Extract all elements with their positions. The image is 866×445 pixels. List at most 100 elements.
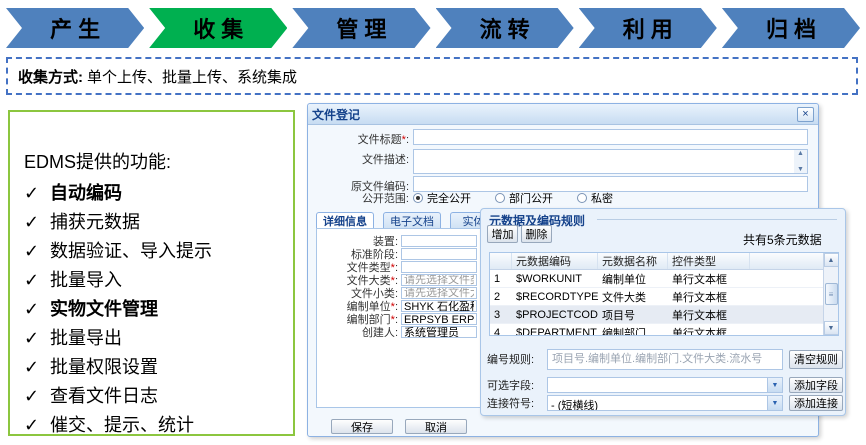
field-input[interactable] bbox=[401, 326, 477, 338]
feature-text: 实物文件管理 bbox=[50, 295, 158, 324]
column-header[interactable]: 控件类型 bbox=[668, 253, 750, 269]
scroll-up-icon[interactable]: ▲ bbox=[824, 253, 839, 267]
table-cell: 项目号 bbox=[598, 306, 668, 323]
add-connector-button[interactable]: 添加连接 bbox=[789, 395, 843, 411]
feature-text: 批量导出 bbox=[50, 324, 122, 353]
collect-method-box: 收集方式: 单个上传、批量上传、系统集成 bbox=[6, 57, 858, 95]
flow-step-1[interactable]: 产生 bbox=[6, 8, 144, 48]
top-field-row: 文件标题*: bbox=[316, 129, 808, 147]
flow-step-3[interactable]: 管理 bbox=[292, 8, 430, 48]
feature-item: ✓批量导入 bbox=[24, 266, 283, 295]
field-input[interactable] bbox=[401, 235, 477, 247]
feature-item: ✓捕获元数据 bbox=[24, 208, 283, 237]
table-scrollbar[interactable]: ▲ ≡ ▼ bbox=[823, 253, 838, 335]
feature-item: ✓批量权限设置 bbox=[24, 353, 283, 382]
feature-text: 催交、提示、统计 bbox=[50, 411, 194, 440]
feature-text: 查看文件日志 bbox=[50, 382, 158, 411]
flow-step-2[interactable]: 收集 bbox=[149, 8, 287, 48]
field-input[interactable] bbox=[401, 300, 477, 312]
radio-option-3[interactable]: 私密 bbox=[577, 190, 613, 206]
radio-option-1[interactable]: 完全公开 bbox=[413, 190, 471, 206]
field-label: 创建人: bbox=[317, 324, 401, 340]
table-row[interactable]: 1$WORKUNIT编制单位单行文本框 bbox=[490, 270, 838, 288]
field-input[interactable] bbox=[413, 129, 808, 145]
check-icon: ✓ bbox=[24, 382, 50, 411]
connector-select[interactable]: - (短横线) ▼ bbox=[547, 395, 783, 411]
tab-2[interactable]: 电子文档 bbox=[383, 212, 441, 229]
feature-item: ✓催交、提示、统计 bbox=[24, 411, 283, 440]
dialog-titlebar[interactable]: 文件登记 × bbox=[308, 104, 818, 125]
flow-step-5[interactable]: 利用 bbox=[579, 8, 717, 48]
table-cell: 2 bbox=[490, 288, 512, 305]
check-icon: ✓ bbox=[24, 266, 50, 295]
field-input[interactable] bbox=[401, 313, 477, 325]
connector-value: - (短横线) bbox=[548, 396, 767, 410]
features-box: EDMS提供的功能: ✓自动编码✓捕获元数据✓数据验证、导入提示✓批量导入✓实物… bbox=[8, 110, 295, 436]
scroll-down-icon[interactable]: ▼ bbox=[797, 166, 804, 173]
field-label: 文件描述: bbox=[316, 149, 413, 167]
optional-field-select[interactable]: ▼ bbox=[547, 377, 783, 393]
check-icon: ✓ bbox=[24, 324, 50, 353]
chevron-down-icon[interactable]: ▼ bbox=[767, 378, 782, 392]
radio-icon[interactable] bbox=[577, 193, 587, 203]
clear-rule-button[interactable]: 清空规则 bbox=[789, 350, 843, 369]
radio-icon[interactable] bbox=[413, 193, 423, 203]
table-cell: $DEPARTMENT bbox=[512, 324, 598, 336]
check-icon: ✓ bbox=[24, 208, 50, 237]
feature-text: 自动编码 bbox=[50, 179, 122, 208]
field-input[interactable] bbox=[401, 287, 477, 299]
table-cell: 单行文本框 bbox=[668, 270, 750, 287]
features-title: EDMS提供的功能: bbox=[24, 148, 283, 174]
field-input[interactable] bbox=[401, 274, 477, 286]
table-cell: 单行文本框 bbox=[668, 288, 750, 305]
feature-item: ✓查看文件日志 bbox=[24, 382, 283, 411]
table-row[interactable]: 2$RECORDTYPE文件大类单行文本框 bbox=[490, 288, 838, 306]
add-button[interactable]: 增加 bbox=[487, 225, 518, 243]
optional-field-row: 可选字段: ▼ 添加字段 bbox=[481, 377, 845, 393]
table-cell: 文件大类 bbox=[598, 288, 668, 305]
flow-step-6[interactable]: 归档 bbox=[722, 8, 860, 48]
table-row[interactable]: 4$DEPARTMENT编制部门单行文本框 bbox=[490, 324, 838, 336]
rule-label: 编号规则: bbox=[481, 351, 541, 367]
check-icon: ✓ bbox=[24, 179, 50, 208]
table-cell: 单行文本框 bbox=[668, 324, 750, 336]
add-field-button[interactable]: 添加字段 bbox=[789, 377, 843, 393]
feature-item: ✓实物文件管理 bbox=[24, 295, 283, 324]
feature-text: 捕获元数据 bbox=[50, 208, 140, 237]
scroll-up-icon[interactable]: ▲ bbox=[797, 150, 804, 157]
scroll-thumb[interactable]: ≡ bbox=[825, 283, 838, 305]
column-header[interactable]: 元数据名称 bbox=[598, 253, 668, 269]
optional-field-label: 可选字段: bbox=[481, 377, 541, 393]
metadata-table: 元数据编码元数据名称控件类型 1$WORKUNIT编制单位单行文本框2$RECO… bbox=[489, 252, 839, 336]
field-input[interactable] bbox=[401, 248, 477, 260]
table-cell: 编制部门 bbox=[598, 324, 668, 336]
delete-button[interactable]: 删除 bbox=[521, 225, 552, 243]
radio-label: 私密 bbox=[591, 190, 613, 206]
tab-1[interactable]: 详细信息 bbox=[316, 212, 374, 229]
column-header[interactable] bbox=[490, 253, 512, 269]
table-cell: $RECORDTYPE bbox=[512, 288, 598, 305]
radio-option-2[interactable]: 部门公开 bbox=[495, 190, 553, 206]
divider bbox=[597, 219, 837, 220]
table-cell: $WORKUNIT bbox=[512, 270, 598, 287]
check-icon: ✓ bbox=[24, 411, 50, 440]
scroll-down-icon[interactable]: ▼ bbox=[824, 321, 839, 335]
column-header[interactable]: 元数据编码 bbox=[512, 253, 598, 269]
close-icon: × bbox=[802, 108, 808, 120]
close-button[interactable]: × bbox=[797, 107, 814, 122]
field-input[interactable] bbox=[401, 261, 477, 273]
check-icon: ✓ bbox=[24, 237, 50, 266]
radio-icon[interactable] bbox=[495, 193, 505, 203]
scope-label: 公开范围: bbox=[316, 190, 413, 206]
check-icon: ✓ bbox=[24, 295, 50, 324]
table-row[interactable]: 3$PROJECTCODE项目号单行文本框 bbox=[490, 306, 838, 324]
table-cell: 4 bbox=[490, 324, 512, 336]
save-button[interactable]: 保存 bbox=[331, 419, 393, 434]
rule-input[interactable] bbox=[547, 349, 783, 370]
field-textarea[interactable] bbox=[413, 149, 808, 174]
textarea-scrollbar[interactable]: ▲▼ bbox=[794, 150, 807, 173]
chevron-down-icon[interactable]: ▼ bbox=[767, 396, 782, 410]
cancel-button[interactable]: 取消 bbox=[405, 419, 467, 434]
flow-step-4[interactable]: 流转 bbox=[436, 8, 574, 48]
connector-label: 连接符号: bbox=[481, 395, 541, 411]
